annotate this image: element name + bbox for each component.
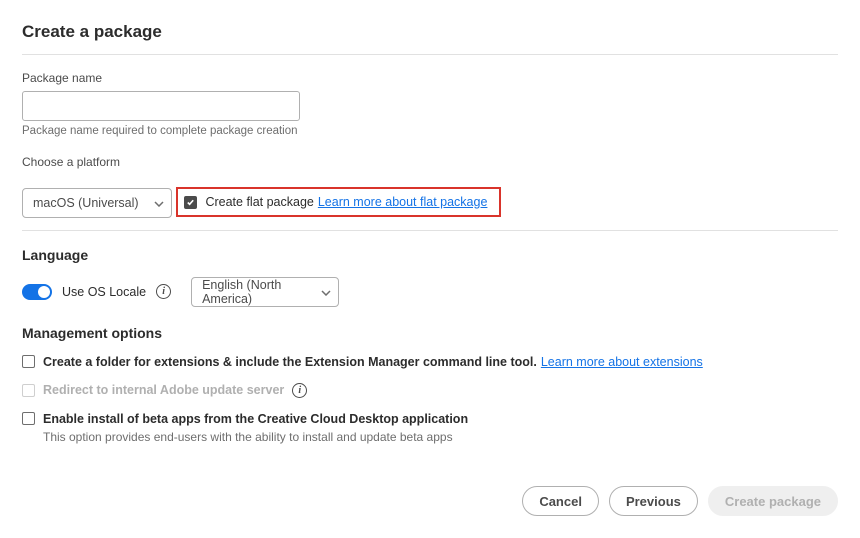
language-select[interactable]: English (North America): [191, 277, 339, 307]
info-icon[interactable]: i: [156, 284, 171, 299]
extensions-label: Create a folder for extensions & include…: [43, 355, 537, 369]
redirect-checkbox: [22, 384, 35, 397]
beta-apps-sub: This option provides end-users with the …: [43, 430, 838, 444]
info-icon[interactable]: i: [292, 383, 307, 398]
flat-package-checkbox[interactable]: [184, 196, 197, 209]
package-name-input[interactable]: [22, 91, 300, 121]
page-title: Create a package: [22, 22, 838, 42]
divider: [22, 230, 838, 231]
redirect-label: Redirect to internal Adobe update server: [43, 383, 284, 397]
platform-select-value: macOS (Universal): [22, 188, 172, 218]
divider: [22, 54, 838, 55]
language-header: Language: [22, 247, 838, 263]
management-header: Management options: [22, 325, 838, 341]
os-locale-label: Use OS Locale: [62, 285, 146, 299]
beta-apps-checkbox[interactable]: [22, 412, 35, 425]
flat-package-link[interactable]: Learn more about flat package: [318, 195, 488, 209]
beta-apps-label: Enable install of beta apps from the Cre…: [43, 412, 468, 426]
platform-select[interactable]: macOS (Universal): [22, 188, 172, 218]
footer-buttons: Cancel Previous Create package: [522, 486, 838, 516]
cancel-button[interactable]: Cancel: [522, 486, 599, 516]
flat-package-label: Create flat package: [205, 195, 313, 209]
extensions-checkbox[interactable]: [22, 355, 35, 368]
language-row: Use OS Locale i English (North America): [22, 277, 838, 307]
platform-section: Choose a platform macOS (Universal) Crea…: [22, 155, 838, 218]
create-package-button: Create package: [708, 486, 838, 516]
flat-package-highlight: Create flat package Learn more about fla…: [176, 187, 501, 217]
package-name-section: Package name Package name required to co…: [22, 71, 838, 137]
extensions-link[interactable]: Learn more about extensions: [541, 355, 703, 369]
toggle-knob: [38, 286, 50, 298]
package-name-hint: Package name required to complete packag…: [22, 125, 838, 137]
previous-button[interactable]: Previous: [609, 486, 698, 516]
os-locale-toggle[interactable]: [22, 284, 52, 300]
language-select-value: English (North America): [191, 277, 339, 307]
platform-label: Choose a platform: [22, 155, 838, 169]
package-name-label: Package name: [22, 71, 838, 85]
